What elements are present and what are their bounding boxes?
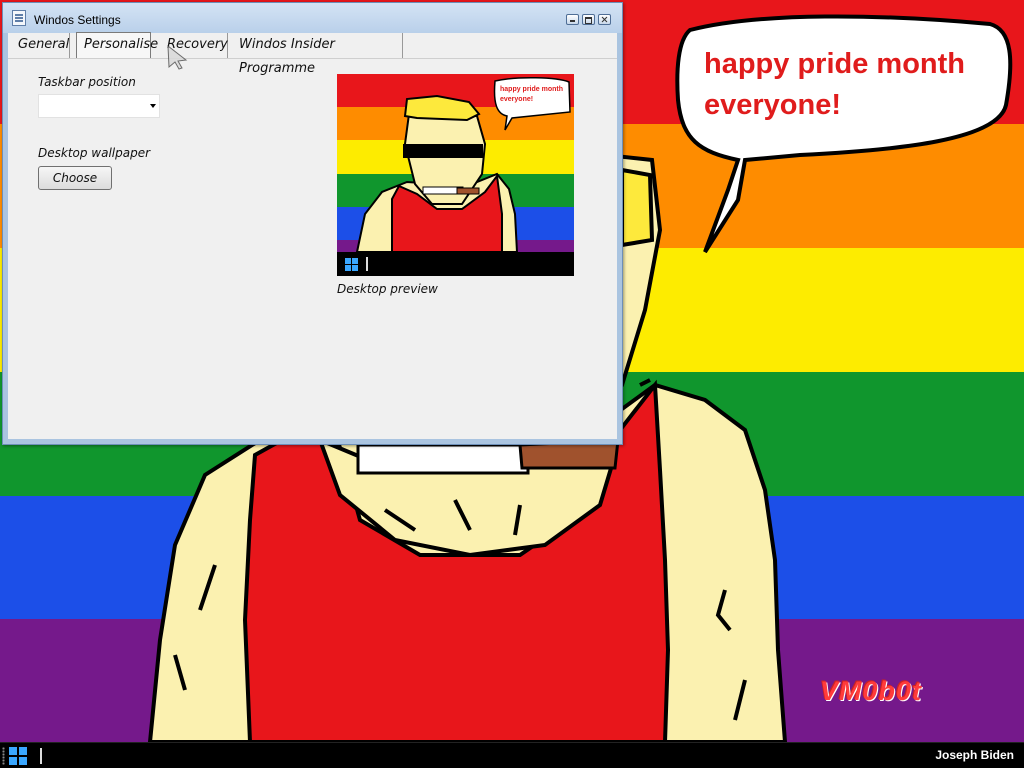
chevron-down-icon[interactable] bbox=[150, 104, 156, 108]
taskbar-user-name: Joseph Biden bbox=[935, 748, 1014, 762]
taskbar: Joseph Biden bbox=[0, 742, 1024, 768]
minimize-button[interactable] bbox=[566, 14, 579, 25]
taskbar-position-label: Taskbar position bbox=[38, 75, 136, 89]
desktop-preview-image: happy pride month everyone! bbox=[337, 74, 574, 276]
speech-bubble-text: happy pride month everyone! bbox=[704, 48, 965, 121]
title-bar[interactable]: Windos Settings bbox=[3, 3, 622, 33]
windows-logo-icon[interactable] bbox=[9, 747, 27, 765]
desktop-preview-caption: Desktop preview bbox=[337, 282, 438, 296]
taskbar-grip[interactable] bbox=[2, 747, 5, 765]
tab-windos-insider-programme[interactable]: Windos Insider Programme bbox=[231, 33, 403, 76]
taskbar-position-select[interactable] bbox=[38, 94, 160, 118]
preview-taskbar-separator bbox=[366, 257, 368, 271]
tab-recovery[interactable]: Recovery bbox=[160, 33, 228, 58]
desktop-wallpaper-label: Desktop wallpaper bbox=[38, 146, 151, 160]
close-button[interactable] bbox=[598, 14, 611, 25]
tab-divider bbox=[8, 58, 617, 59]
maximize-button[interactable] bbox=[582, 14, 595, 25]
choose-wallpaper-button[interactable]: Choose bbox=[38, 166, 112, 190]
preview-bubble-text: happy pride month everyone! bbox=[500, 86, 563, 103]
windows-logo-icon bbox=[345, 258, 358, 271]
taskbar-separator bbox=[40, 748, 42, 764]
tab-personalise[interactable]: Personalise bbox=[76, 32, 158, 59]
artist-signature: VM0b0t bbox=[820, 676, 923, 706]
settings-window[interactable]: Windos Settings General Personalise Reco… bbox=[2, 2, 623, 445]
tab-general[interactable]: General bbox=[10, 33, 70, 58]
preview-taskbar bbox=[337, 252, 574, 276]
settings-app-icon bbox=[12, 10, 26, 26]
window-content: General Personalise Recovery Windos Insi… bbox=[8, 32, 617, 439]
window-title: Windos Settings bbox=[34, 13, 121, 27]
